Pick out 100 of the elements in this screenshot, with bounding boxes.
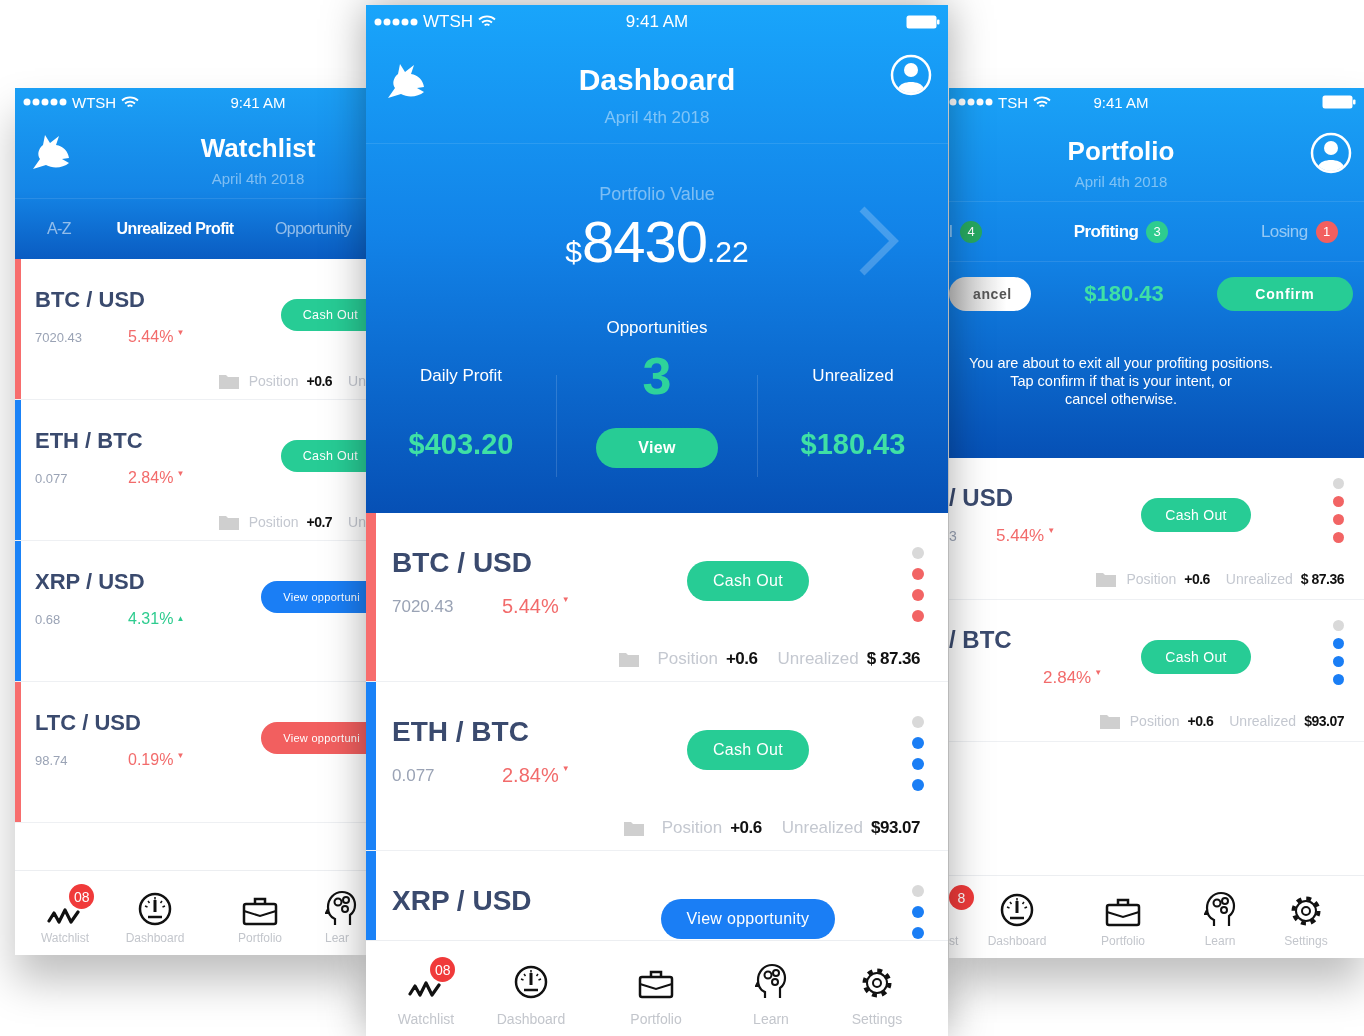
nav-label[interactable]: Dashboard [496,1011,566,1027]
status-time: 9:41 AM [625,11,689,32]
list-row[interactable]: XRP / USD 0.68 4.31% ▲ View opportuni [15,541,366,683]
change-percent: 4.31% [128,610,174,629]
trend-down-icon: ▼ [1047,525,1056,536]
price-value: 7020.43 [392,596,455,617]
position-value: +0.6 [1184,571,1210,588]
cash-out-button[interactable]: Cash Out [1141,498,1251,533]
cash-out-button[interactable]: Cash Out [687,561,809,601]
briefcase-icon[interactable] [242,896,278,926]
portfolio-value: $8430.22 [565,207,749,275]
unrealized-value: $93.07 [1304,713,1344,730]
position-label: Position [248,514,299,531]
user-avatar-icon[interactable] [890,54,932,96]
daily-profit-label: Daily Profit [419,366,503,386]
nav-label[interactable]: Portfolio [630,1011,682,1027]
unrealized-value: $180.43 [800,428,906,461]
amount-value: $180.43 [1084,281,1164,308]
nav-label[interactable]: Learn [753,1011,789,1027]
nav-label[interactable]: Dashboard [125,931,185,945]
price-value: 7020.43 [35,330,83,345]
tab[interactable]: Opportunity [247,220,352,239]
nav-label[interactable]: Watchlist [40,931,90,945]
change-percent: 0.19% [128,751,174,770]
tab[interactable]: Losing [1261,221,1308,242]
list-row[interactable]: LTC / USD 98.74 0.19% ▼ View opportuni [15,682,366,824]
tab[interactable]: Profiting [1073,221,1139,242]
confirm-button[interactable]: Confirm [1217,277,1353,312]
position-label: Position [248,373,299,390]
gauge-icon[interactable] [1000,893,1034,927]
trend-down-icon: ▼ [176,469,185,480]
pair-name: / USD [949,484,1014,512]
unrealized-label: Unrealized [781,818,863,838]
price-value: 0.077 [392,765,436,786]
nav-label[interactable]: Learn [1204,934,1236,948]
pair-name: XRP / USD [35,569,146,595]
wifi-icon [478,15,497,28]
nav-label[interactable]: Portfolio [238,931,282,945]
settings-icon[interactable] [1290,895,1322,927]
settings-icon[interactable] [861,967,893,999]
head-gears-icon[interactable] [325,890,357,926]
head-gears-icon[interactable] [1204,891,1236,927]
nav-label[interactable]: Settings [851,1011,903,1027]
unrealized-label: Unrealized [1225,571,1293,588]
shark-icon [386,62,426,100]
count-badge: 4 [960,220,983,243]
tab[interactable]: A-Z [47,220,71,239]
nav-label[interactable]: Watchlist [397,1011,455,1027]
trend-down-icon: ▼ [561,595,570,606]
cancel-button[interactable]: ancel [949,277,1031,312]
cash-out-button[interactable]: Cash Out [280,299,366,332]
cash-out-button[interactable]: Cash Out [280,440,366,473]
briefcase-icon[interactable] [638,969,674,999]
opportunities-label: Opportunities [606,318,708,338]
position-label: Position [657,649,718,669]
view-opportunity-button[interactable]: View opportuni [261,722,366,755]
nav-label[interactable]: Lear [325,931,350,945]
position-label: Position [661,818,723,838]
position-value: +0.6 [1187,713,1214,730]
carrier-name: TSH [998,93,1028,111]
signal-dots-icon [374,17,418,26]
view-opportunity-button[interactable]: View opportuni [261,581,366,614]
tab[interactable]: l [949,221,953,242]
battery-icon [1322,95,1356,109]
folder-icon [218,373,239,389]
tab[interactable]: Unrealized Profit [116,220,234,239]
trend-down-icon: ▼ [561,764,570,775]
view-button[interactable]: View [596,428,718,468]
cash-out-button[interactable]: Cash Out [1141,640,1251,675]
price-value: 0.68 [35,612,62,627]
change-percent: 2.84% [502,764,559,788]
nav-label[interactable]: Dashboard [987,934,1047,948]
cash-out-button[interactable]: Cash Out [687,730,809,770]
position-value: +0.6 [730,818,762,838]
nav-label[interactable]: Settings [1284,934,1328,948]
notification-badge: 08 [430,957,456,982]
gauge-icon[interactable] [514,965,548,999]
gauge-icon[interactable] [138,892,172,926]
position-value: +0.7 [306,514,333,531]
price-value: 98.74 [35,753,69,768]
folder-icon [623,820,644,836]
screen-title: Dashboard [578,62,736,98]
pair-name: BTC / USD [35,287,146,313]
nav-label[interactable]: Portfolio [1101,934,1145,948]
daily-profit-value: $403.20 [408,428,514,461]
user-avatar-icon[interactable] [1310,132,1352,174]
signal-dots-icon [949,98,993,106]
view-opportunity-button[interactable]: View opportunity [660,899,836,939]
wifi-icon [121,95,140,109]
list-row[interactable]: ETH / BTC 0.077 2.84%▼ Cash Out Position +0.6 Unrealized $93.07 [366,682,948,851]
pair-name: ETH / BTC [35,428,144,454]
count-badge: 1 [1315,220,1338,243]
briefcase-icon[interactable] [1105,897,1141,927]
trend-down-icon: ▼ [176,751,185,762]
change-percent: 2.84% [1043,667,1092,688]
list-row[interactable]: BTC / USD 7020.43 5.44%▼ Cash Out Position +0.6 Unrealized $ 87.36 [366,513,948,682]
notification-badge: 8 [949,885,974,910]
head-gears-icon[interactable] [755,963,787,999]
change-percent: 2.84% [128,469,174,488]
pair-name: / BTC [949,626,1013,654]
